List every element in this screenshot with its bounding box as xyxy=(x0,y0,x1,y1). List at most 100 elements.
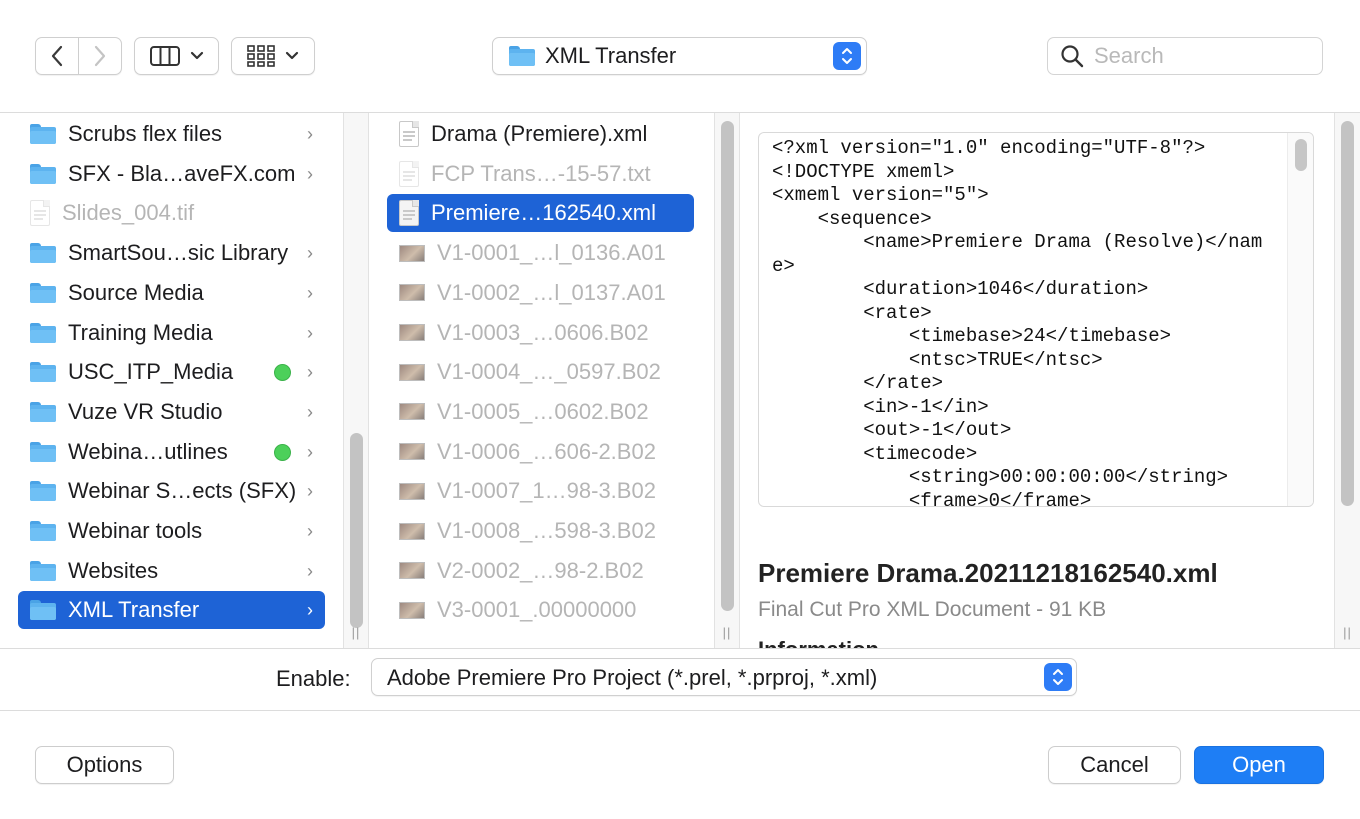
file-row[interactable]: V1-0007_1…98-3.B02 xyxy=(387,472,694,510)
folder-icon xyxy=(30,243,56,264)
search-input[interactable] xyxy=(1094,43,1294,69)
file-row-label: V1-0003_…0606.B02 xyxy=(437,319,649,345)
scroll-thumb[interactable] xyxy=(350,433,363,628)
resize-grip-icon[interactable]: || xyxy=(1335,625,1360,640)
file-type-label: Adobe Premiere Pro Project (*.prel, *.pr… xyxy=(387,665,878,690)
document-icon xyxy=(399,160,419,187)
file-row[interactable]: V1-0001_…l_0136.A01 xyxy=(387,234,694,272)
file-row[interactable]: V1-0005_…0602.B02 xyxy=(387,393,694,431)
code-scrollbar[interactable] xyxy=(1287,133,1313,506)
search-field[interactable] xyxy=(1047,37,1323,75)
back-button[interactable] xyxy=(35,37,79,75)
file-row[interactable]: FCP Trans…-15-57.txt xyxy=(387,155,694,193)
file-row-label: V1-0004_…_0597.B02 xyxy=(437,359,661,385)
video-thumbnail-icon xyxy=(399,403,425,421)
chevron-down-icon xyxy=(285,51,299,60)
chevron-right-icon: › xyxy=(307,560,313,581)
folder-icon xyxy=(30,163,56,184)
preview-subtitle: Final Cut Pro XML Document - 91 KB xyxy=(758,598,1107,621)
file-row[interactable]: V1-0004_…_0597.B02 xyxy=(387,353,694,391)
file-row[interactable]: Drama (Premiere).xml xyxy=(387,115,694,153)
scroll-thumb[interactable] xyxy=(1295,139,1307,171)
column-scrollbar[interactable]: || xyxy=(714,113,740,648)
file-row[interactable]: V1-0006_…606-2.B02 xyxy=(387,433,694,471)
green-tag-icon xyxy=(274,364,291,382)
folder-icon xyxy=(30,282,56,303)
scroll-thumb[interactable] xyxy=(1341,121,1354,506)
folder-row-label: Webinar tools xyxy=(68,518,203,543)
file-row-label: Drama (Premiere).xml xyxy=(431,121,648,146)
document-icon xyxy=(30,200,50,227)
folder-row[interactable]: USC_ITP_Media › xyxy=(18,353,325,391)
file-row[interactable]: V3-0001_.00000000 xyxy=(387,591,694,629)
file-row-label: V2-0002_…98-2.B02 xyxy=(437,557,644,583)
video-thumbnail-icon xyxy=(399,482,425,500)
folder-row[interactable]: Training Media › xyxy=(18,314,325,352)
grid-icon xyxy=(247,45,275,67)
video-thumbnail-icon xyxy=(399,363,425,381)
video-thumbnail-icon xyxy=(399,601,425,619)
chevron-right-icon: › xyxy=(307,243,313,264)
code-preview[interactable]: <?xml version="1.0" encoding="UTF-8"?> <… xyxy=(758,132,1314,507)
preview-pane: <?xml version="1.0" encoding="UTF-8"?> <… xyxy=(740,113,1335,648)
folder-row[interactable]: SmartSou…sic Library › xyxy=(18,234,325,272)
folder-row[interactable]: XML Transfer › xyxy=(18,591,325,630)
preview-scrollbar[interactable]: || xyxy=(1334,113,1360,648)
options-button[interactable]: Options xyxy=(35,746,174,784)
file-row[interactable]: V1-0008_…598-3.B02 xyxy=(387,512,694,550)
file-type-popup[interactable]: Adobe Premiere Pro Project (*.prel, *.pr… xyxy=(371,658,1077,696)
toolbar: XML Transfer xyxy=(0,0,1360,113)
file-row-label: V1-0006_…606-2.B02 xyxy=(437,438,656,464)
chevron-right-icon: › xyxy=(307,441,313,462)
folder-row-label: SmartSou…sic Library xyxy=(68,240,289,266)
folder-row[interactable]: Webinar tools › xyxy=(18,512,325,550)
folder-row[interactable]: Webina…utlines › xyxy=(18,433,325,471)
chevron-right-icon xyxy=(94,45,106,67)
folder-row[interactable]: Vuze VR Studio › xyxy=(18,393,325,431)
folder-row[interactable]: Scrubs flex files › xyxy=(18,115,325,153)
folder-icon xyxy=(30,600,56,621)
file-row[interactable]: Premiere…162540.xml xyxy=(387,194,694,233)
file-row-label: Premiere…162540.xml xyxy=(431,200,656,226)
chevron-right-icon: › xyxy=(307,322,313,343)
column-scrollbar[interactable]: || xyxy=(343,113,369,648)
file-row-label: V1-0007_1…98-3.B02 xyxy=(437,478,656,504)
file-row-label: V1-0005_…0602.B02 xyxy=(437,398,649,424)
file-row[interactable]: V2-0002_…98-2.B02 xyxy=(387,552,694,590)
folder-row-label: Source Media xyxy=(68,279,204,305)
view-mode-button[interactable] xyxy=(134,37,219,75)
folder-row-label: USC_ITP_Media xyxy=(68,359,234,385)
folder-row[interactable]: Websites › xyxy=(18,552,325,590)
columns-view-icon xyxy=(149,46,180,66)
folder-row[interactable]: Slides_004.tif xyxy=(18,194,325,232)
file-row[interactable]: V1-0003_…0606.B02 xyxy=(387,314,694,352)
folder-row-label: Vuze VR Studio xyxy=(68,398,223,424)
document-icon xyxy=(399,200,419,227)
video-thumbnail-icon xyxy=(399,522,425,540)
resize-grip-icon[interactable]: || xyxy=(715,625,739,640)
folder-row-label: Webinar S…ects (SFX) xyxy=(68,478,297,504)
forward-button[interactable] xyxy=(79,37,122,75)
group-by-button[interactable] xyxy=(231,37,315,75)
enable-label: Enable: xyxy=(276,666,351,691)
file-column: Drama (Premiere).xml FCP Trans…-15-57.txt… xyxy=(369,113,714,648)
file-row-label: V3-0001_.00000000 xyxy=(437,597,637,623)
popup-stepper-icon xyxy=(833,42,861,70)
scroll-thumb[interactable] xyxy=(721,121,734,611)
chevron-right-icon: › xyxy=(307,124,313,144)
folder-row[interactable]: Webinar S…ects (SFX) › xyxy=(18,472,325,510)
resize-grip-icon[interactable]: || xyxy=(344,625,368,640)
folder-row[interactable]: SFX - Bla…aveFX.com › xyxy=(18,155,325,193)
chevron-right-icon: › xyxy=(307,401,313,422)
folder-row[interactable]: Source Media › xyxy=(18,274,325,312)
cancel-button[interactable]: Cancel xyxy=(1048,746,1181,784)
file-row-label: V1-0002_…l_0137.A01 xyxy=(437,279,666,305)
file-row[interactable]: V1-0002_…l_0137.A01 xyxy=(387,274,694,312)
folder-row-label: SFX - Bla…aveFX.com xyxy=(68,160,296,186)
folder-row-label: Webina…utlines xyxy=(68,438,228,464)
video-thumbnail-icon xyxy=(399,324,425,341)
location-label: XML Transfer xyxy=(545,43,677,68)
search-icon xyxy=(1061,45,1084,68)
location-popup[interactable]: XML Transfer xyxy=(492,37,867,75)
open-button[interactable]: Open xyxy=(1194,746,1324,784)
